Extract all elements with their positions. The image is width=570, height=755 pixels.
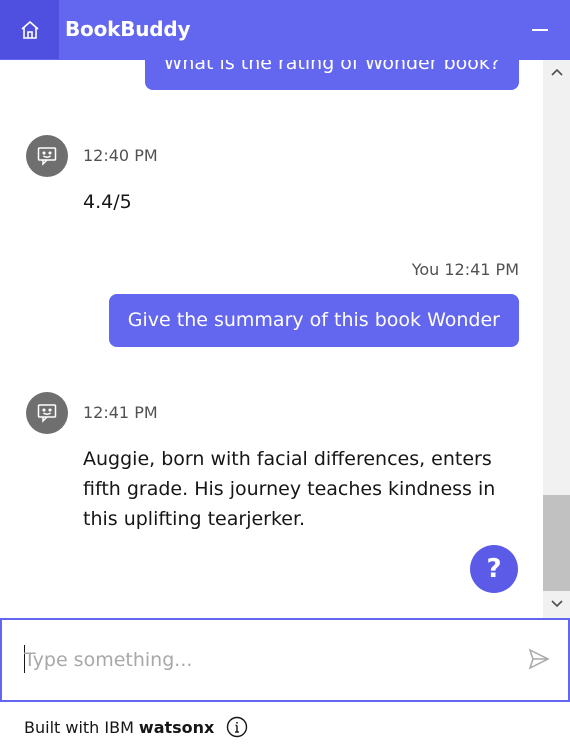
footer-prefix: Built with IBM	[24, 717, 134, 737]
message-input[interactable]	[22, 644, 496, 676]
user-message-bubble: What is the rating of Wonder book?	[144, 60, 519, 90]
send-icon[interactable]	[526, 646, 552, 672]
user-message-text: What is the rating of Wonder book?	[163, 60, 500, 74]
footer: Built with IBM watsonx	[24, 716, 248, 738]
scroll-down-icon[interactable]	[543, 592, 570, 616]
chat-header: BookBuddy	[0, 0, 570, 60]
bot-message-text: Auggie, born with facial differences, en…	[83, 444, 495, 534]
chat-messages: What is the rating of Wonder book? 12:40…	[0, 60, 543, 618]
scroll-thumb[interactable]	[543, 495, 570, 591]
app-title: BookBuddy	[65, 17, 191, 41]
bot-avatar	[26, 135, 68, 177]
bot-chat-icon	[37, 404, 57, 423]
user-message-bubble: Give the summary of this book Wonder	[108, 294, 519, 347]
bot-avatar	[26, 392, 68, 434]
bot-chat-icon	[37, 147, 57, 166]
help-button[interactable]: ?	[470, 545, 518, 593]
user-message-text: Give the summary of this book Wonder	[127, 309, 500, 331]
home-button[interactable]	[0, 0, 59, 59]
minimize-button[interactable]	[524, 14, 556, 46]
bot-message-text: 4.4/5	[83, 191, 132, 213]
user-message-meta: You 12:41 PM	[411, 260, 519, 279]
scroll-up-icon[interactable]	[543, 60, 570, 84]
footer-brand: watsonx	[138, 717, 215, 737]
home-icon	[20, 20, 39, 39]
info-icon[interactable]	[226, 716, 248, 738]
minimize-icon	[532, 29, 548, 31]
bot-message-line: Auggie, born with facial differences, en…	[83, 448, 492, 470]
bot-message-time: 12:41 PM	[83, 403, 158, 422]
chat-scrollbar[interactable]	[543, 60, 570, 618]
message-input-container	[0, 618, 570, 702]
bot-message-time: 12:40 PM	[83, 146, 158, 165]
bot-message-line: fifth grade. His journey teaches kindnes…	[83, 478, 496, 500]
bot-message-line: this uplifting tearjerker.	[83, 508, 306, 530]
